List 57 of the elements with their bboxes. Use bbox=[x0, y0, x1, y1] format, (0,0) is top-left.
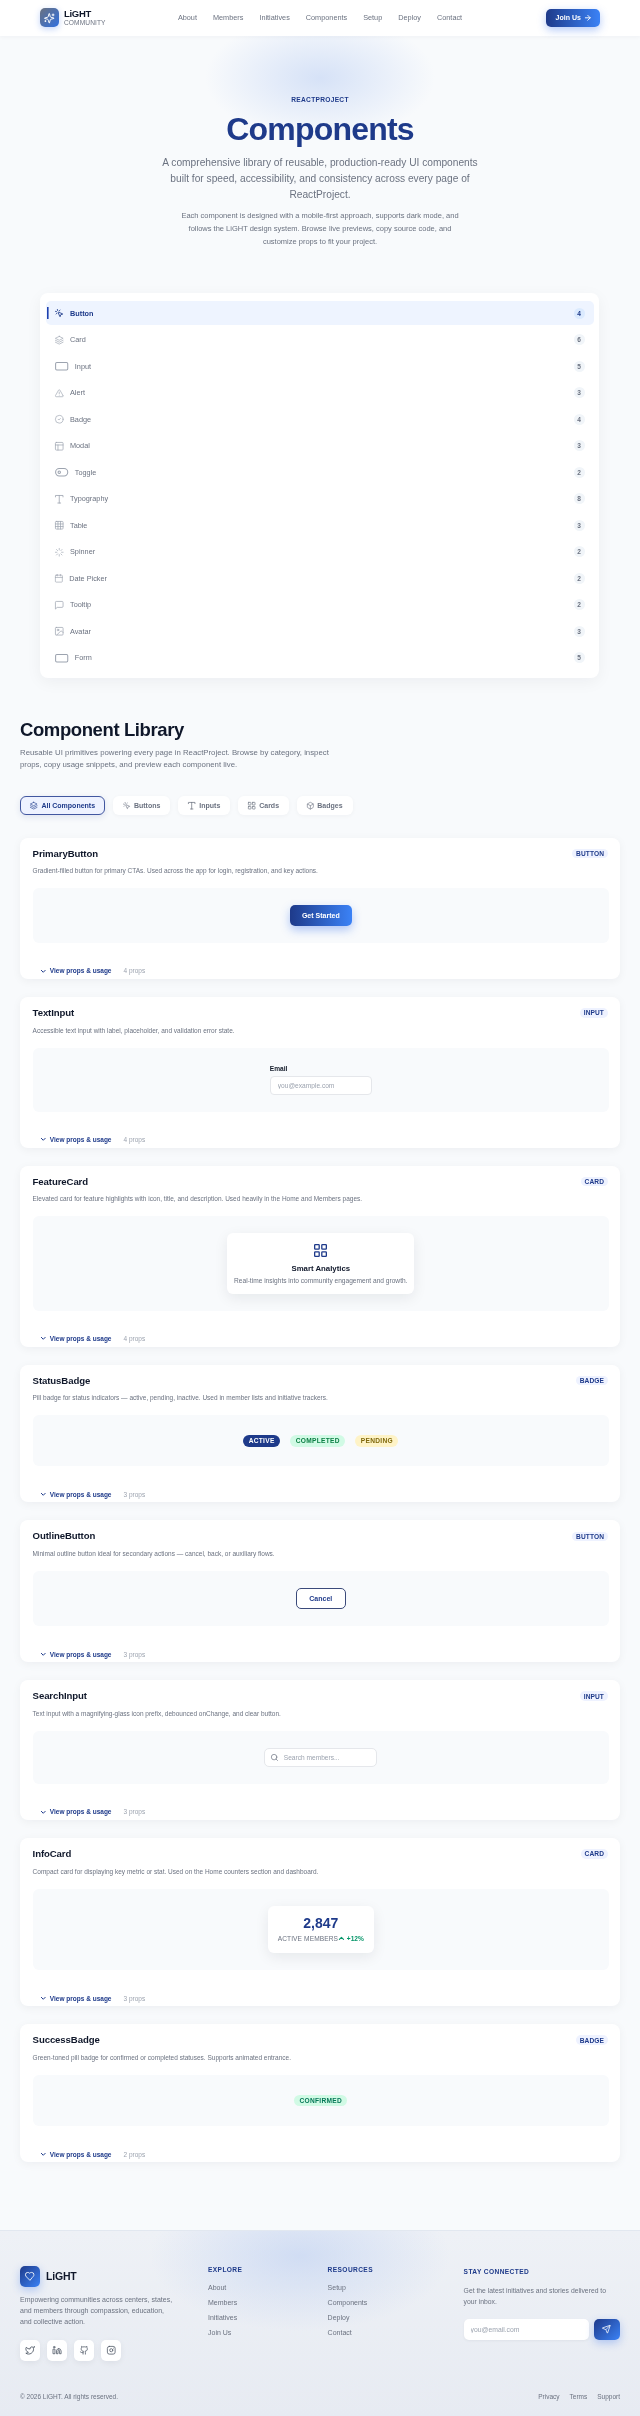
component-name: InfoCard bbox=[32, 1847, 72, 1860]
brand-name: LiGHT bbox=[64, 9, 93, 20]
social-link[interactable] bbox=[100, 2339, 122, 2361]
caret-up-icon bbox=[339, 1936, 345, 1940]
sparkle-logo-icon bbox=[40, 8, 59, 28]
github-icon bbox=[80, 2345, 88, 2355]
instagram-icon bbox=[106, 2345, 116, 2355]
cube-icon bbox=[306, 801, 314, 810]
grid-icon bbox=[247, 801, 256, 810]
chevron-down-icon bbox=[40, 1810, 46, 1814]
chevron-down-icon bbox=[40, 2152, 46, 2156]
layers-icon bbox=[55, 335, 64, 345]
warning-icon bbox=[55, 388, 64, 398]
hero-lead: A comprehensive library of reusable, production-ready UI components built for speed, accessibility, and consistency across every page of ReactProject. bbox=[161, 155, 479, 203]
chevron-down-icon bbox=[40, 1996, 46, 2000]
social-link[interactable] bbox=[73, 2339, 95, 2361]
heart-logo-icon bbox=[20, 2266, 40, 2287]
component-name: PrimaryButton bbox=[32, 847, 98, 860]
chevron-down-icon bbox=[40, 1493, 46, 1496]
layers-icon bbox=[30, 801, 38, 810]
check-circle-icon bbox=[55, 415, 64, 424]
chevron-down-icon bbox=[40, 1337, 46, 1340]
toggle-icon bbox=[55, 468, 69, 477]
search-icon bbox=[271, 1753, 278, 1761]
stat-value: 2,847 bbox=[303, 1914, 339, 1931]
calendar-icon bbox=[55, 574, 64, 583]
cursor-click-icon bbox=[122, 801, 130, 810]
chevron-down-icon bbox=[40, 1652, 46, 1656]
cursor-click-icon bbox=[55, 309, 64, 318]
component-name: FeatureCard bbox=[32, 1175, 88, 1188]
section-title: Component Library bbox=[20, 719, 185, 742]
chevron-down-icon bbox=[40, 969, 46, 973]
component-name: SuccessBadge bbox=[32, 2034, 100, 2047]
send-button[interactable] bbox=[593, 2318, 620, 2340]
text-type-icon bbox=[187, 801, 196, 810]
speech-bubble-icon bbox=[55, 600, 64, 610]
arrow-right-icon bbox=[585, 14, 591, 21]
page-title: Components bbox=[225, 111, 415, 148]
loader-icon bbox=[55, 547, 64, 557]
component-name: SearchInput bbox=[32, 1690, 87, 1703]
rectangle-icon bbox=[55, 362, 69, 371]
bird-icon bbox=[25, 2345, 36, 2355]
text-type-icon bbox=[55, 494, 64, 504]
chevron-down-icon bbox=[40, 1138, 46, 1141]
rectangle-icon bbox=[55, 653, 69, 663]
layout-icon bbox=[55, 441, 64, 451]
linkedin-icon bbox=[52, 2345, 62, 2355]
grid-icon bbox=[314, 1243, 328, 1257]
footer-brand: LiGHT bbox=[46, 2270, 77, 2283]
image-icon bbox=[55, 627, 64, 636]
social-link[interactable] bbox=[20, 2339, 41, 2361]
send-icon bbox=[602, 2324, 611, 2334]
table-icon bbox=[55, 521, 64, 530]
component-name: OutlineButton bbox=[32, 1530, 96, 1543]
component-name: StatusBadge bbox=[32, 1374, 91, 1387]
component-name: TextInput bbox=[32, 1006, 75, 1019]
social-link[interactable] bbox=[46, 2339, 68, 2361]
